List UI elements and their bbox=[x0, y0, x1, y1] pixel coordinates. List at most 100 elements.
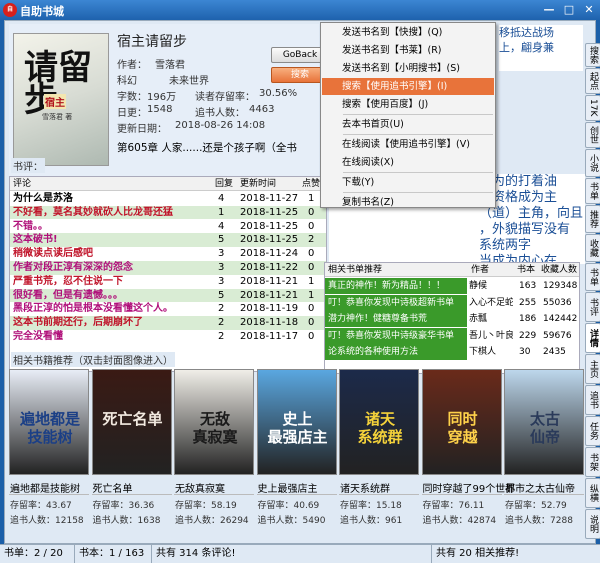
comment-likes: 2 bbox=[308, 234, 315, 246]
comment-row[interactable]: 不好看，莫名其妙就砍人比龙哥还猛 1 2018-11-25 0 bbox=[10, 205, 326, 220]
related-readers: 追书人数：961 bbox=[340, 513, 402, 526]
menu-item[interactable]: 发送书名到【书莱】(R) bbox=[322, 42, 494, 59]
side-tab[interactable]: 书单 bbox=[585, 263, 600, 291]
header-author[interactable]: 作者 bbox=[471, 263, 489, 277]
recommend-collect: 2435 bbox=[543, 347, 566, 357]
related-book-cover[interactable]: 史上 最强店主 bbox=[256, 369, 337, 475]
cover-subtitle: 宿主 bbox=[44, 94, 66, 109]
close-icon[interactable]: ✕ bbox=[580, 2, 598, 18]
author-value[interactable]: 雪落君 bbox=[155, 56, 185, 71]
comment-row[interactable]: 严重书荒，忍不住说一下 3 2018-11-21 1 bbox=[10, 274, 326, 289]
status-related: 共有 20 相关推荐! bbox=[436, 548, 520, 559]
comment-row[interactable]: 稍微读点读后感吧 3 2018-11-24 0 bbox=[10, 247, 326, 261]
comment-time: 2018-11-27 bbox=[240, 193, 299, 204]
menu-item[interactable]: 下载(Y) bbox=[322, 174, 494, 191]
related-book-card[interactable]: 诸天 系统群 诸天系统群 存留率：15.18 追书人数：961 bbox=[339, 369, 419, 545]
related-book-card[interactable]: 太古 仙帝 都市之太古仙帝 存留率：52.79 追书人数：7288 bbox=[504, 369, 584, 545]
header-time[interactable]: 更新时间 bbox=[240, 177, 276, 191]
side-tab[interactable]: 任务 bbox=[585, 416, 600, 446]
readers-label: 追书人数： bbox=[10, 516, 56, 526]
related-book-cover[interactable]: 同时 穿越 bbox=[421, 369, 502, 475]
menu-item[interactable]: 搜索【使用追书引擎】(I) bbox=[322, 78, 494, 95]
related-book-title[interactable]: 遍地都是技能树 bbox=[10, 480, 80, 495]
related-book-card[interactable]: 死亡名单 死亡名单 存留率：36.36 追书人数：1638 bbox=[91, 369, 172, 545]
recommend-row[interactable]: 论系统的各种使用方法 下棋人 30 2435 bbox=[325, 344, 579, 360]
side-tab[interactable]: 主页 bbox=[585, 354, 600, 384]
side-tab[interactable]: 书单 bbox=[585, 178, 600, 204]
side-tab[interactable]: 收藏 bbox=[585, 234, 600, 262]
menu-item[interactable]: 搜索【使用百度】(J) bbox=[322, 96, 494, 113]
related-book-title[interactable]: 史上最强店主 bbox=[258, 480, 318, 495]
book-cover[interactable]: 请留步 宿主 雪落君 著 bbox=[13, 33, 109, 166]
comment-row[interactable]: 作者对段正淳有深深的怨念 3 2018-11-22 0 bbox=[10, 261, 326, 275]
side-tab[interactable]: 搜索 bbox=[585, 43, 600, 67]
comments-table[interactable]: 评论 回复 更新时间 点赞 为什么是苏洛 4 2018-11-27 1 不好看，莫名其妙… bbox=[9, 176, 327, 372]
recommend-row[interactable]: 叮！恭喜你发现中诗级豪华书单吾儿丶叶良辰 229 59676 bbox=[325, 327, 579, 344]
header-likes[interactable]: 点赞 bbox=[302, 177, 320, 191]
side-tab[interactable]: 纵横 bbox=[585, 478, 600, 508]
recommend-row[interactable]: 叮！恭喜你发现中诗极超新书单入心不足蛇吞象 255 55036 bbox=[325, 294, 579, 311]
retention-label: 存留率： bbox=[422, 501, 459, 511]
side-tab[interactable]: 起点 bbox=[585, 68, 600, 94]
menu-item[interactable]: 去本书首页(U) bbox=[322, 116, 494, 133]
side-tab[interactable]: 说明 bbox=[585, 509, 600, 539]
header-comment[interactable]: 评论 bbox=[13, 177, 31, 191]
menu-item[interactable]: 在线阅读(X) bbox=[322, 154, 494, 171]
header-count[interactable]: 书本 bbox=[517, 263, 535, 277]
side-tab[interactable]: 小说 bbox=[585, 149, 600, 177]
related-book-title[interactable]: 死亡名单 bbox=[93, 480, 133, 495]
menu-item[interactable]: 发送书名到【小明搜书】(S) bbox=[322, 60, 494, 77]
recommend-author: 赤瓢 bbox=[469, 314, 488, 324]
related-book-cover[interactable]: 无敌 真寂寞 bbox=[174, 369, 254, 475]
side-tab[interactable]: 追书 bbox=[585, 385, 600, 415]
comment-row[interactable]: 不错。。 4 2018-11-25 0 bbox=[10, 219, 326, 234]
comment-row[interactable]: 这本破书! 5 2018-11-25 2 bbox=[10, 233, 326, 247]
related-book-title[interactable]: 同时穿越了99个世界 bbox=[423, 480, 516, 495]
recommend-row[interactable]: 真正的神作！新为精品！！！ 静候 163 129348 bbox=[325, 278, 579, 294]
related-book-cover[interactable]: 诸天 系统群 bbox=[339, 369, 419, 475]
recommend-row[interactable]: 潜力神作！健糖尊备书荒 赤瓢 186 142442 bbox=[325, 311, 579, 327]
maximize-icon[interactable]: □ bbox=[560, 2, 578, 18]
retention-label: 存留率： bbox=[10, 501, 47, 511]
menu-item[interactable]: 发送书名到【快搜】(Q) bbox=[322, 24, 494, 41]
comment-text: 很好看，但是有遗憾。。。 bbox=[13, 289, 123, 301]
related-book-card[interactable]: 无敌 真寂寞 无敌真寂寞 存留率：58.19 追书人数：26294 bbox=[174, 369, 254, 545]
side-tab[interactable]: 书架 bbox=[585, 447, 600, 477]
menu-item[interactable]: 复制书名(Z) bbox=[322, 194, 494, 211]
comment-row[interactable]: 完全没看懂 2 2018-11-17 0 bbox=[10, 330, 326, 344]
header-replies[interactable]: 回复 bbox=[215, 177, 233, 191]
context-menu: 发送书名到【快搜】(Q) 发送书名到【书莱】(R) 发送书名到【小明搜书】(S) 搜索… bbox=[320, 22, 496, 208]
retention-label: 存留率： bbox=[175, 501, 212, 511]
comments-header: 评论 回复 更新时间 点赞 bbox=[10, 177, 326, 191]
retention-value: 76.11 bbox=[458, 501, 485, 511]
app-icon: 自 bbox=[3, 3, 17, 17]
related-book-title[interactable]: 都市之太古仙帝 bbox=[505, 480, 575, 495]
side-tab[interactable]: 17K bbox=[585, 95, 600, 121]
related-book-card[interactable]: 史上 最强店主 史上最强店主 存留率：40.69 追书人数：5490 bbox=[256, 369, 337, 545]
related-book-card[interactable]: 同时 穿越 同时穿越了99个世界 存留率：76.11 追书人数：42874 bbox=[421, 369, 515, 545]
header-list-title[interactable]: 相关书单推荐 bbox=[328, 263, 382, 277]
readers-value: 5490 bbox=[302, 516, 326, 526]
comment-row[interactable]: 黑段正淳的怕是根本没看懂这个人。 2 2018-11-19 0 bbox=[10, 302, 326, 316]
header-collect[interactable]: 收藏人数 bbox=[541, 263, 577, 277]
readers-value: 12158 bbox=[55, 516, 84, 526]
latest-chapter[interactable]: 第605章 人家......还是个孩子啊（全书 bbox=[117, 140, 297, 155]
minimize-icon[interactable]: — bbox=[540, 2, 558, 18]
related-book-card[interactable]: 遍地都是 技能树 遍地都是技能树 存留率：43.67 追书人数：12158 bbox=[9, 369, 89, 545]
related-book-cover[interactable]: 死亡名单 bbox=[91, 369, 172, 475]
comment-row[interactable]: 这本书前期还行，后期崩坏了 2 2018-11-18 0 bbox=[10, 316, 326, 330]
comment-row[interactable]: 很好看，但是有遗憾。。。 5 2018-11-21 1 bbox=[10, 288, 326, 303]
recommend-table[interactable]: 相关书单推荐 作者 书本 收藏人数 真正的神作！新为精品！！！ 静候 163 1293… bbox=[324, 262, 580, 374]
related-book-title[interactable]: 诸天系统群 bbox=[340, 480, 390, 495]
related-book-cover[interactable]: 遍地都是 技能树 bbox=[9, 369, 89, 475]
related-book-cover[interactable]: 太古 仙帝 bbox=[504, 369, 584, 475]
recommend-title: 潜力神作！健糖尊备书荒 bbox=[325, 311, 467, 327]
menu-item[interactable]: 在线阅读【使用追书引擎】(V) bbox=[322, 136, 494, 153]
side-tab[interactable]: 创世 bbox=[585, 122, 600, 148]
readers-value: 961 bbox=[385, 516, 403, 526]
side-tab[interactable]: 推荐 bbox=[585, 205, 600, 233]
related-book-title[interactable]: 无敌真寂寞 bbox=[175, 480, 225, 495]
side-tab[interactable]: 详情 bbox=[585, 323, 600, 353]
comment-row[interactable]: 为什么是苏洛 4 2018-11-27 1 bbox=[10, 192, 326, 206]
side-tab[interactable]: 书评 bbox=[585, 292, 600, 322]
